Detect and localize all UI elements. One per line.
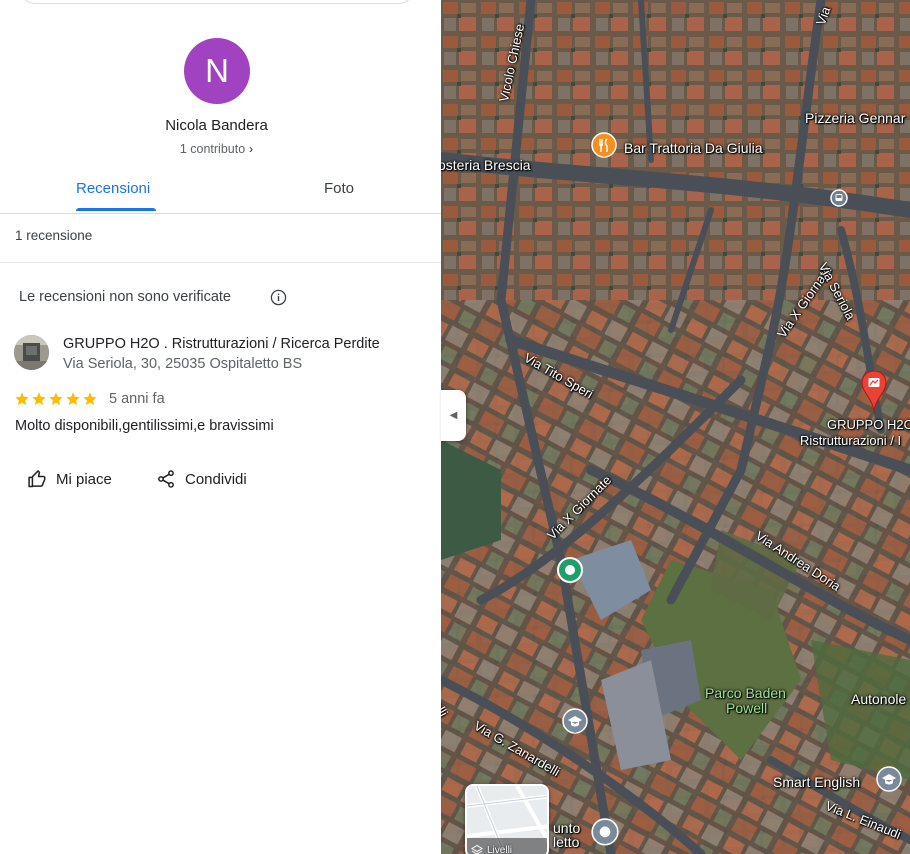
share-icon [158,470,174,488]
star-icon [66,392,80,406]
place-label-osteria: osteria Brescia [441,157,531,173]
layers-button[interactable]: Livelli [465,784,549,854]
review-date: 5 anni fa [109,391,165,407]
collapse-panel-button[interactable]: ◀ [441,390,466,441]
star-rating [14,391,98,407]
contributions-label: 1 contributo [179,142,246,156]
place-label-gruppo-h2o-sub[interactable]: Ristrutturazioni / I [800,433,901,448]
park-pin-icon[interactable] [556,556,584,584]
selected-place-pin-icon[interactable] [861,370,887,414]
contributions-link[interactable]: 1 contributo › [0,142,433,156]
restaurant-pin-icon[interactable] [591,132,617,164]
star-icon [49,392,63,406]
reviews-count: 1 recensione [15,228,93,243]
tab-photos[interactable]: Foto [324,180,354,197]
info-icon[interactable] [270,289,287,306]
school-pin-icon-2[interactable] [875,766,903,796]
search-box-edge[interactable] [18,0,416,4]
place-label-punto-2[interactable]: letto [553,834,579,850]
like-label: Mi piace [56,470,112,488]
place-label-bar-trattoria[interactable]: Bar Trattoria Da Giulia [624,140,763,156]
park-label-line1[interactable]: Parco Baden [705,685,786,701]
thumb-up-icon [28,470,46,488]
satellite-map[interactable]: Vicolo Chiese osteria Brescia Bar Tratto… [441,0,910,854]
school-pin-icon[interactable] [562,708,588,738]
bus-stop-icon[interactable] [830,189,848,207]
review-panel: N Nicola Bandera 1 contributo › Recension… [0,0,441,854]
place-thumbnail[interactable] [14,335,49,370]
star-icon [32,392,46,406]
review-text: Molto disponibili,gentilissimi,e braviss… [15,418,274,434]
star-icon [15,392,29,406]
unverified-notice: Le recensioni non sono verificate [19,289,231,305]
place-label-smart-english[interactable]: Smart English [773,774,860,790]
park-label-line2[interactable]: Powell [726,700,767,716]
layers-label: Livelli [487,844,513,854]
profile-avatar[interactable]: N [184,38,250,104]
active-tab-indicator [76,208,156,211]
place-label-pizzeria[interactable]: Pizzeria Gennar [805,110,905,126]
profile-name: Nicola Bandera [165,117,268,134]
share-button[interactable]: Condividi [156,469,247,489]
place-label-autonole[interactable]: Autonole [851,691,906,707]
divider [0,262,441,263]
place-name-link[interactable]: GRUPPO H2O . Ristrutturazioni / Ricerca … [63,336,380,352]
profile-tabs: Recensioni Foto [0,170,441,214]
tab-reviews[interactable]: Recensioni [76,180,150,197]
chevron-right-icon: › [249,142,254,156]
layers-label-group: Livelli [471,844,512,854]
place-pin-icon[interactable] [591,818,619,850]
place-address: Via Seriola, 30, 25035 Ospitaletto BS [63,356,303,372]
place-label-gruppo-h2o[interactable]: GRUPPO H2O [827,417,910,432]
layers-icon [471,844,483,854]
caret-left-icon: ◀ [449,410,458,421]
like-button[interactable]: Mi piace [27,469,112,489]
star-icon [83,392,97,406]
share-label: Condividi [185,470,247,488]
